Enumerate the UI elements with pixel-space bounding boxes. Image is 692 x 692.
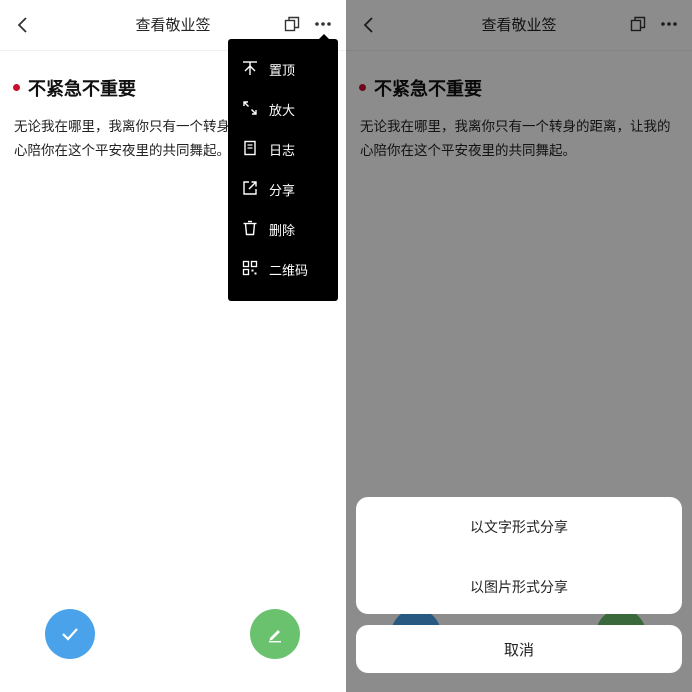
menu-item-label: 删除 bbox=[269, 224, 296, 239]
pencil-icon bbox=[269, 630, 281, 643]
priority-dot bbox=[13, 84, 20, 91]
edit-button[interactable] bbox=[250, 609, 300, 659]
menu-item-pin-top[interactable]: 置顶 bbox=[228, 49, 338, 89]
done-button[interactable] bbox=[45, 609, 95, 659]
expand-icon bbox=[243, 101, 257, 115]
menu-item-label: 置顶 bbox=[269, 64, 296, 79]
menu-item-log[interactable]: 日志 bbox=[228, 129, 338, 169]
menu-item-expand[interactable]: 放大 bbox=[228, 89, 338, 129]
cancel-button[interactable]: 取消 bbox=[356, 625, 682, 673]
cancel-label: 取消 bbox=[503, 641, 534, 659]
copy-icon[interactable] bbox=[284, 16, 300, 32]
qr-code-icon bbox=[242, 260, 258, 276]
share-as-image-option[interactable]: 以图片形式分享 bbox=[356, 577, 682, 597]
menu-item-label: 放大 bbox=[269, 104, 296, 119]
more-options-menu: 置顶 放大 日志 分享 删除 二维码 bbox=[228, 39, 338, 301]
menu-item-share[interactable]: 分享 bbox=[228, 169, 338, 209]
pin-top-icon bbox=[243, 61, 257, 75]
more-options-icon[interactable] bbox=[313, 17, 333, 31]
menu-item-label: 分享 bbox=[269, 184, 296, 199]
log-icon bbox=[244, 140, 256, 156]
menu-item-label: 日志 bbox=[269, 144, 296, 159]
check-icon bbox=[62, 628, 78, 641]
share-options-sheet: 以文字形式分享 以图片形式分享 bbox=[356, 497, 682, 614]
menu-item-delete[interactable]: 删除 bbox=[228, 209, 338, 249]
note-view-with-share-sheet: 查看敬业签 不紧急不重要 无论我在哪里，我离你只有一个转身的距离，让我的心陪你在… bbox=[346, 0, 692, 692]
menu-item-qr-code[interactable]: 二维码 bbox=[228, 249, 338, 289]
note-view-with-menu: 查看敬业签 不紧急不重要 无论我在哪里，我离你只有一个转身的距离，让我的心陪你在… bbox=[0, 0, 346, 692]
share-as-text-option[interactable]: 以文字形式分享 bbox=[356, 517, 682, 537]
menu-item-label: 二维码 bbox=[269, 264, 309, 279]
share-icon bbox=[243, 181, 257, 195]
trash-icon bbox=[243, 220, 257, 236]
note-title: 不紧急不重要 bbox=[28, 79, 136, 100]
